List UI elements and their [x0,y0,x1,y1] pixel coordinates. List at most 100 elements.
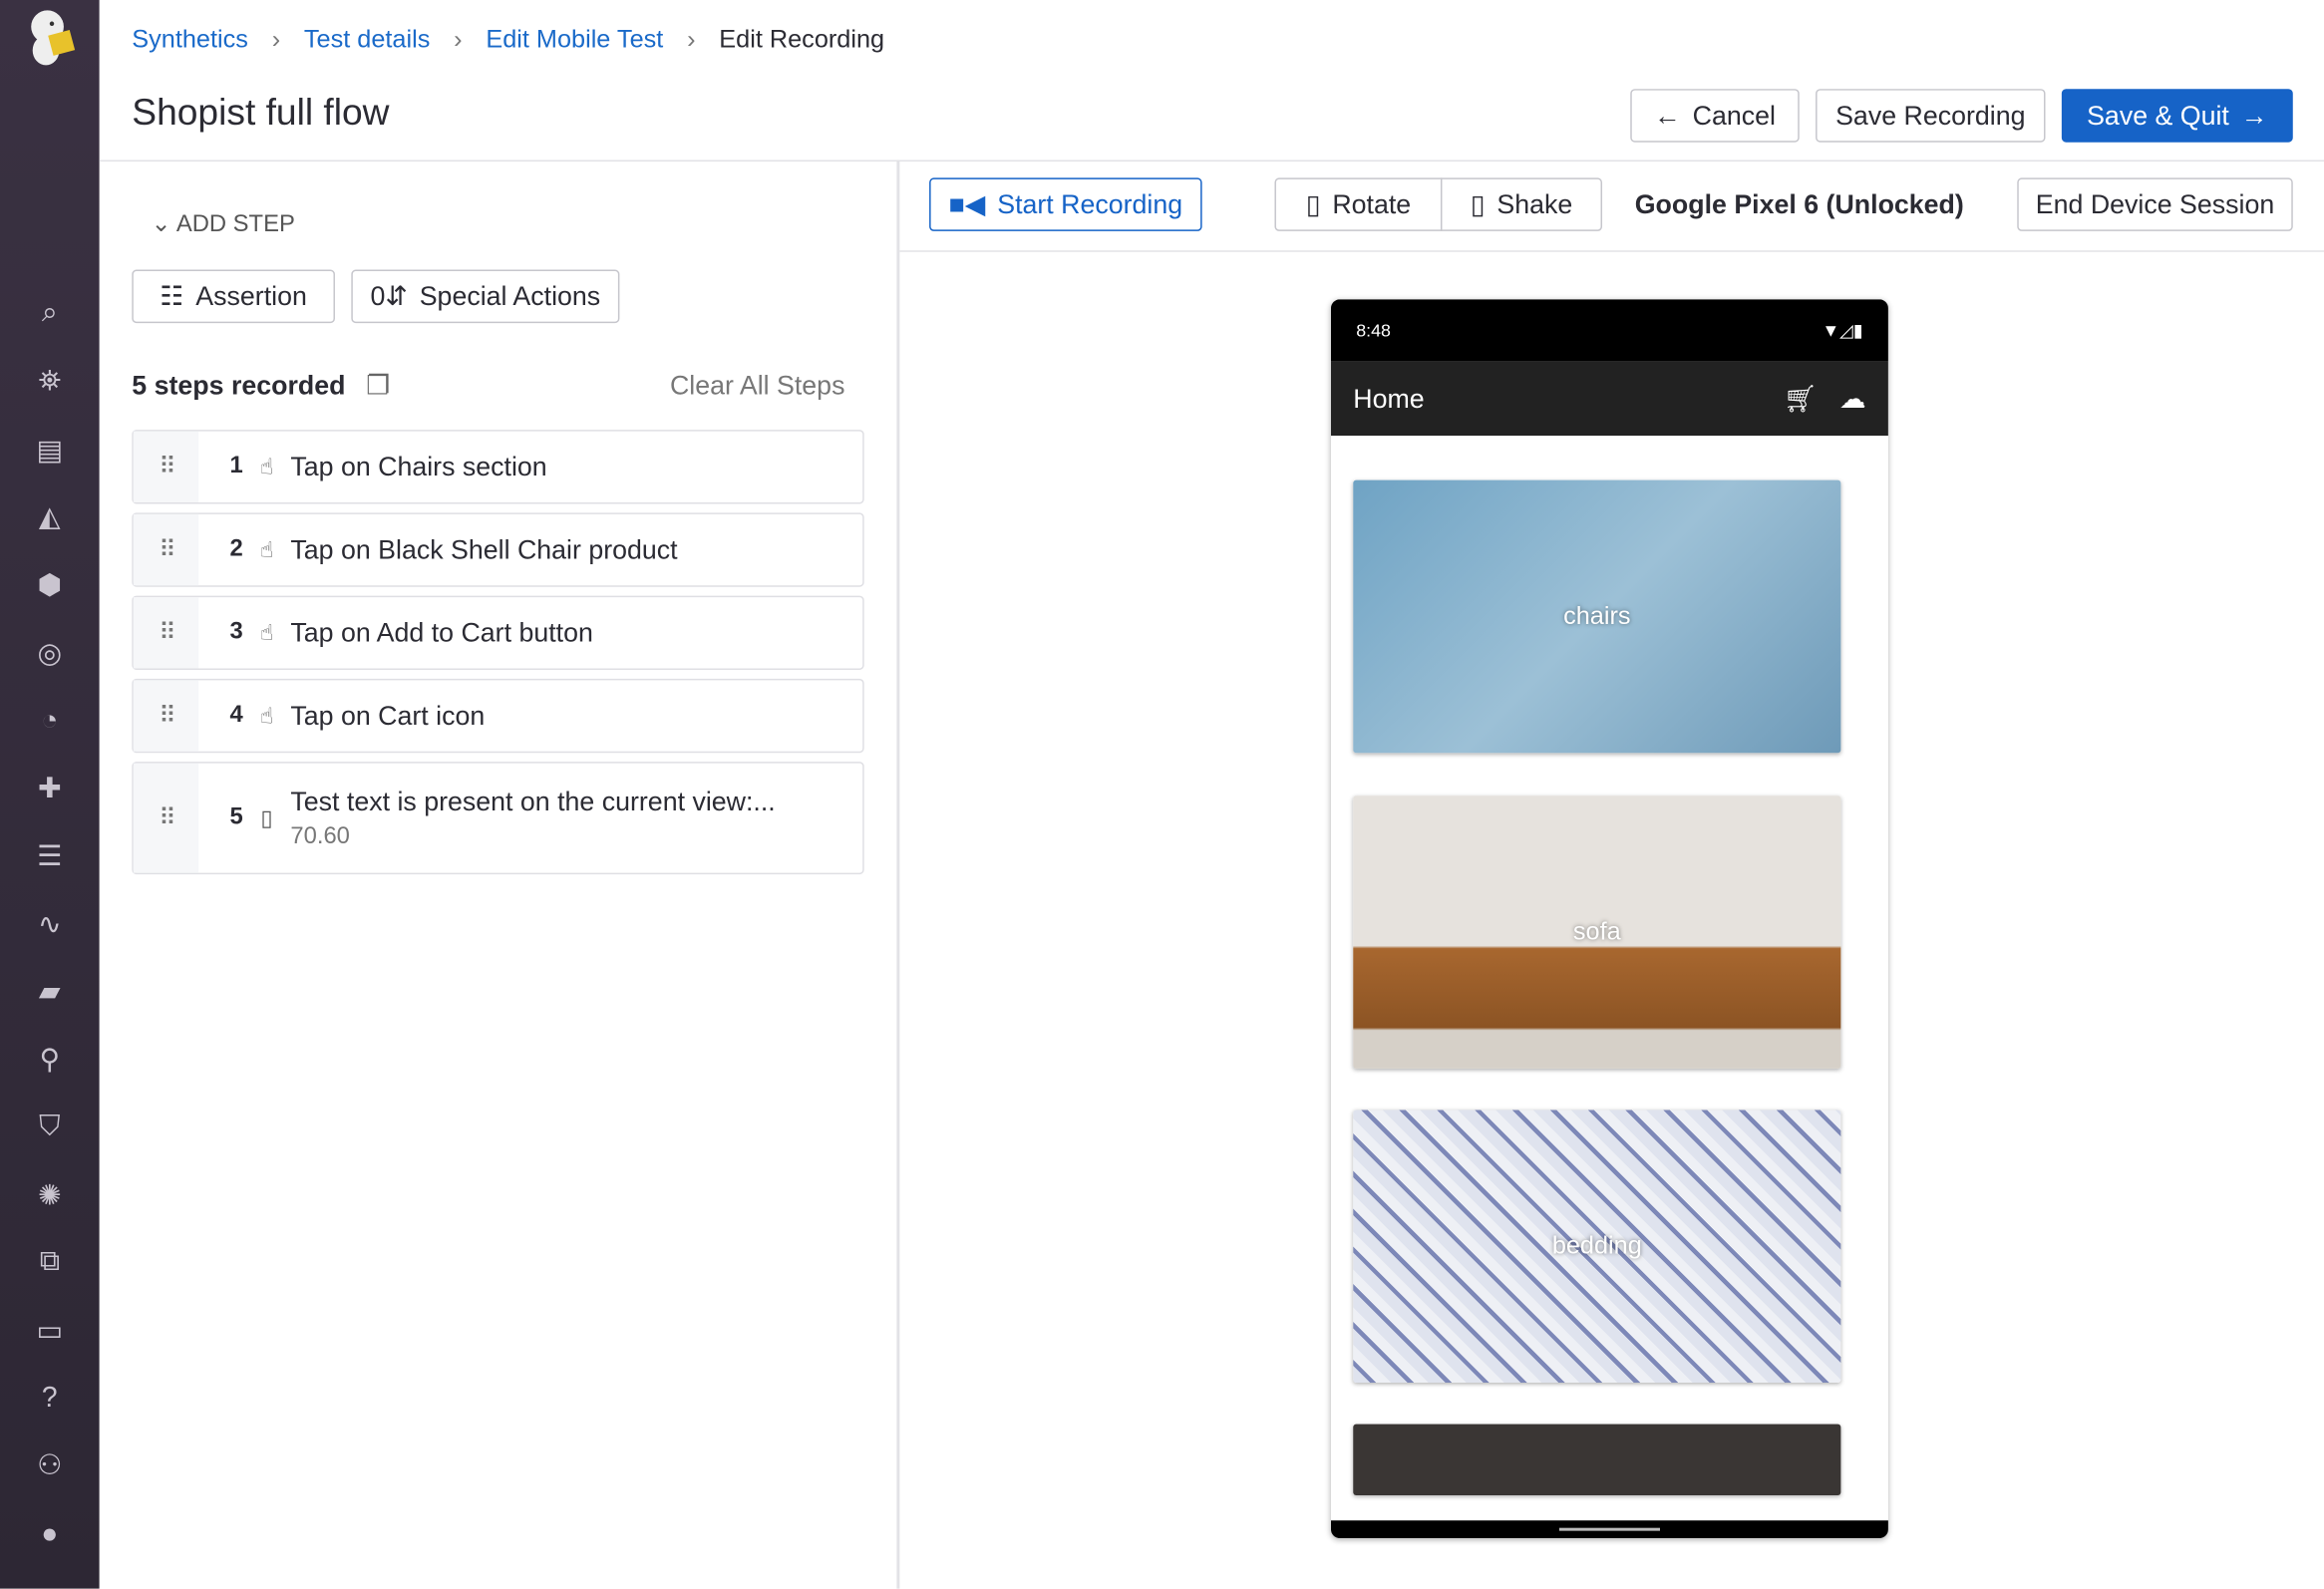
step-item[interactable]: ⠿ 3 ☝ Tap on Add to Cart button [132,595,864,670]
category-card-bedding[interactable]: bedding [1353,1110,1841,1383]
step-text: Test text is present on the current view… [290,786,776,816]
step-number: 4 [229,702,243,728]
search-icon[interactable]: ⌕ [0,287,100,341]
integrations-icon[interactable]: ⬢ [0,558,100,612]
drag-handle-icon[interactable]: ⠿ [133,597,199,669]
chevron-right-icon: › [454,25,463,54]
assertion-button[interactable]: ☷ Assertion [132,269,335,324]
add-step-label: ADD STEP [175,211,295,237]
chat-icon[interactable]: ▭ [0,1304,100,1358]
category-label: chairs [1563,601,1631,630]
tap-icon: ☝ [259,455,274,480]
breadcrumb-edit-mobile-test[interactable]: Edit Mobile Test [486,25,663,55]
breadcrumb-test-details[interactable]: Test details [304,25,430,55]
sidebar: ⌕ ⛯ ▤ ◭ ⬢ ◎ ◔ ✚ ☰ ∿ ▰ ⚲ ⛉ ✺ ⧉ ▭ ? ⚇ ● [0,0,100,1589]
mobile-icon: ▯ [260,805,273,831]
end-device-session-button[interactable]: End Device Session [2017,177,2293,231]
binoculars-icon[interactable]: ⛯ [0,356,100,410]
clear-all-steps-button[interactable]: Clear All Steps [670,371,845,402]
save-quit-button[interactable]: Save & Quit → [2061,89,2293,143]
shake-label: Shake [1496,188,1573,219]
rotate-button[interactable]: ▯ Rotate [1274,177,1443,231]
chevron-right-icon: › [687,25,696,54]
cloud-icon[interactable]: ☁ [1839,383,1866,413]
assertion-icon: ☷ [160,280,184,311]
category-card-sofa[interactable]: sofa [1353,795,1841,1069]
drag-handle-icon[interactable]: ⠿ [133,763,199,873]
step-text: Tap on Add to Cart button [290,617,593,647]
phone-status-bar: 8:48 ▼◿▮ [1330,299,1888,362]
save-recording-button[interactable]: Save Recording [1816,89,2046,143]
drag-handle-icon[interactable]: ⠿ [133,431,199,502]
step-text: Tap on Black Shell Chair product [290,533,678,564]
special-actions-label: Special Actions [419,280,601,311]
start-recording-label: Start Recording [997,188,1183,219]
plugin-icon[interactable]: ✚ [0,762,100,815]
breadcrumb-synthetics[interactable]: Synthetics [132,25,248,55]
cancel-button[interactable]: ← Cancel [1630,89,1800,143]
category-card[interactable] [1353,1424,1841,1495]
breadcrumb: Synthetics › Test details › Edit Mobile Te… [132,25,884,55]
step-number: 5 [229,804,243,830]
device-name: Google Pixel 6 (Unlocked) [1634,189,1964,220]
cart-icon[interactable]: 🛒︎ [1784,383,1818,413]
step-text: Tap on Cart icon [290,700,486,731]
page-title: Shopist full flow [132,92,390,134]
dashboards-icon[interactable]: ▤ [0,424,100,477]
phone-time: 8:48 [1356,320,1391,341]
tap-icon: ☝ [259,620,274,647]
apm-icon[interactable]: ◔ [0,695,100,749]
step-item[interactable]: ⠿ 2 ☝ Tap on Black Shell Chair product [132,512,864,587]
assertion-label: Assertion [195,280,307,311]
datadog-logo[interactable] [24,6,78,68]
step-item[interactable]: ⠿ 5 ▯ Test text is present on the current v… [132,762,864,875]
chevron-down-icon: ⌄ [151,211,171,237]
start-recording-button[interactable]: ■◀ Start Recording [929,177,1202,231]
security-icon[interactable]: ⛉ [0,1102,100,1155]
app-title: Home [1353,383,1425,414]
category-card-chairs[interactable]: chairs [1353,479,1841,754]
chevron-right-icon: › [271,25,281,54]
drag-handle-icon[interactable]: ⠿ [133,513,199,586]
phone-icon: ▯ [1305,188,1321,219]
video-camera-icon: ■◀ [948,188,986,219]
add-step-toggle[interactable]: ⌄ ADD STEP [152,209,295,239]
logs-icon[interactable]: ☰ [0,829,100,883]
special-actions-button[interactable]: 0⇵ Special Actions [351,269,620,324]
network-icon[interactable]: ✺ [0,1169,100,1223]
copy-icon[interactable]: ❐ [366,371,390,402]
divider [899,250,2324,252]
divider [99,159,2324,162]
screens-icon[interactable]: ⧉ [0,1236,100,1290]
steps-count-label: 5 steps recorded [132,370,346,401]
signal-battery-icon: ▼◿▮ [1822,320,1863,341]
special-actions-icon: 0⇵ [370,280,408,311]
app-bar: Home 🛒︎ ☁ [1330,361,1888,437]
breadcrumb-current: Edit Recording [719,25,885,54]
step-item[interactable]: ⠿ 1 ☝ Tap on Chairs section [132,430,864,504]
arrow-right-icon: → [2240,100,2268,131]
cancel-label: Cancel [1692,100,1776,131]
step-item[interactable]: ⠿ 4 ☝ Tap on Cart icon [132,678,864,754]
notebook-icon[interactable]: ▰ [0,965,100,1019]
help-icon[interactable]: ? [0,1373,100,1427]
rum-icon[interactable]: ⚲ [0,1033,100,1087]
phone-icon: ▯ [1470,188,1486,219]
metrics-icon[interactable]: ◭ [0,490,100,544]
tap-icon: ☝ [259,537,274,563]
shake-button[interactable]: ▯ Shake [1440,177,1603,231]
arrow-left-icon: ← [1654,100,1681,131]
steps-count: 5 steps recorded ❐ [132,371,390,402]
monitors-icon[interactable]: ◎ [0,627,100,681]
synthetics-icon[interactable]: ∿ [0,898,100,952]
drag-handle-icon[interactable]: ⠿ [133,680,199,752]
team-icon[interactable]: ⚇ [0,1438,100,1492]
category-label: sofa [1572,917,1621,946]
category-label: bedding [1551,1231,1642,1260]
step-number: 3 [229,619,243,645]
save-quit-label: Save & Quit [2087,100,2229,131]
tap-icon: ☝ [259,704,274,730]
avatar[interactable]: ● [0,1508,100,1562]
step-text: Tap on Chairs section [290,451,547,481]
device-screen[interactable]: 8:48 ▼◿▮ Home 🛒︎ ☁ chairs sofa bedding [1330,299,1888,1539]
